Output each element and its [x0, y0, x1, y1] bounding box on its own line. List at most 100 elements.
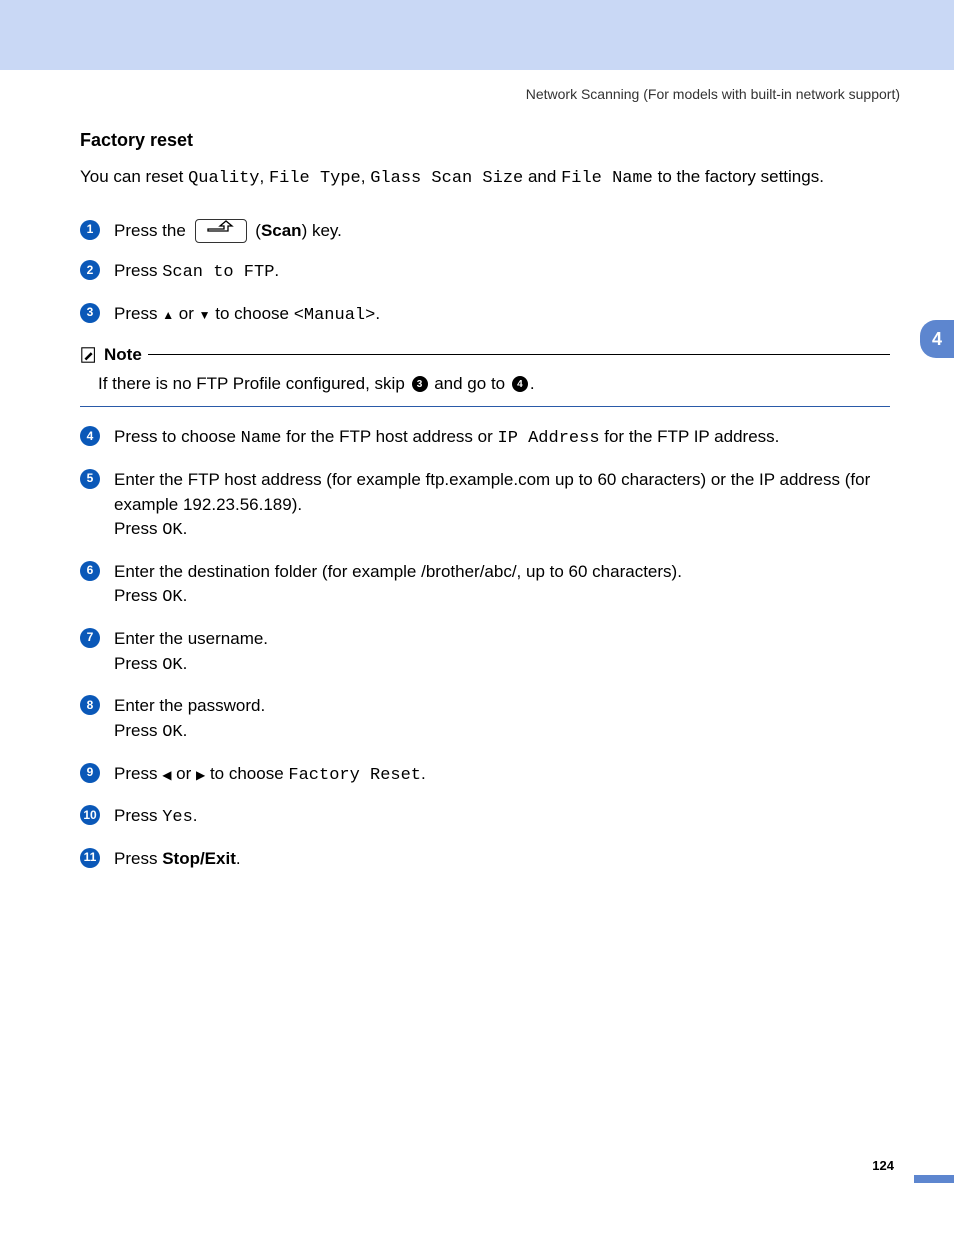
text: . — [183, 654, 188, 673]
text: Enter the password. — [114, 696, 265, 715]
text: . — [274, 261, 279, 280]
text: Press — [114, 586, 162, 605]
text: Enter the username. — [114, 629, 268, 648]
step-6: 6 Enter the destination folder (for exam… — [80, 560, 890, 611]
step-number: 10 — [80, 805, 100, 825]
step-3: 3 Press ▲ or ▼ to choose <Manual>. — [80, 302, 890, 329]
text: Press — [114, 806, 162, 825]
top-band — [0, 0, 954, 70]
step-number: 4 — [80, 426, 100, 446]
right-arrow-icon: ▶ — [196, 768, 205, 782]
text: and — [523, 167, 561, 186]
text: . — [193, 806, 198, 825]
note-icon — [80, 346, 98, 364]
code-glass: Glass Scan Size — [370, 169, 523, 188]
text: . — [530, 374, 535, 393]
ref-bullet-3: 3 — [412, 376, 428, 392]
code: Scan to FTP — [162, 263, 274, 282]
running-header: Network Scanning (For models with built-… — [80, 86, 900, 102]
code: OK — [162, 723, 182, 742]
step-number: 1 — [80, 220, 100, 240]
step-number: 9 — [80, 763, 100, 783]
text: for the FTP host address or — [281, 427, 497, 446]
step-body: Enter the password. Press OK. — [114, 694, 890, 745]
text: Press to choose — [114, 427, 241, 446]
steps-list-cont: 4 Press to choose Name for the FTP host … — [80, 425, 890, 871]
step-body: Enter the destination folder (for exampl… — [114, 560, 890, 611]
step-11: 11 Press Stop/Exit. — [80, 847, 890, 872]
ref-bullet-4: 4 — [512, 376, 528, 392]
text: and go to — [430, 374, 510, 393]
note-header: Note — [80, 345, 890, 365]
text: . — [183, 519, 188, 538]
step-number: 2 — [80, 260, 100, 280]
step-body: Press the (Scan) key. — [114, 219, 890, 244]
text: Press — [114, 654, 162, 673]
scan-key-icon — [195, 219, 247, 243]
step-1: 1 Press the (Scan) key. — [80, 219, 890, 244]
step-number: 7 — [80, 628, 100, 648]
text: , — [259, 167, 268, 186]
code: Yes — [162, 808, 193, 827]
code-filename: File Name — [561, 169, 653, 188]
text: Press — [114, 304, 162, 323]
text: . — [183, 586, 188, 605]
section-title: Factory reset — [80, 130, 890, 151]
text: . — [183, 721, 188, 740]
step-5: 5 Enter the FTP host address (for exampl… — [80, 468, 890, 544]
step-body: Enter the username. Press OK. — [114, 627, 890, 678]
note-block: Note If there is no FTP Profile configur… — [80, 345, 890, 408]
step-number: 11 — [80, 848, 100, 868]
text: Press — [114, 849, 162, 868]
text: or — [174, 304, 199, 323]
code: Name — [241, 429, 282, 448]
note-rule — [148, 354, 890, 355]
text: ) key. — [302, 221, 342, 240]
step-body: Enter the FTP host address (for example … — [114, 468, 890, 544]
text: to choose — [211, 304, 294, 323]
step-4: 4 Press to choose Name for the FTP host … — [80, 425, 890, 452]
code: OK — [162, 656, 182, 675]
code: <Manual> — [294, 306, 376, 325]
step-body: Press to choose Name for the FTP host ad… — [114, 425, 890, 452]
step-number: 5 — [80, 469, 100, 489]
up-arrow-icon: ▲ — [162, 308, 174, 322]
step-number: 3 — [80, 303, 100, 323]
step-8: 8 Enter the password. Press OK. — [80, 694, 890, 745]
text: Press the — [114, 221, 191, 240]
text: Enter the destination folder (for exampl… — [114, 562, 682, 581]
text: or — [171, 764, 196, 783]
text: Press — [114, 519, 162, 538]
page-number: 124 — [872, 1158, 894, 1173]
text: . — [421, 764, 426, 783]
text: . — [375, 304, 380, 323]
bottom-accent — [914, 1175, 954, 1183]
step-9: 9 Press ◀ or ▶ to choose Factory Reset. — [80, 762, 890, 789]
text: Press — [114, 764, 162, 783]
text: , — [361, 167, 370, 186]
stop-exit: Stop/Exit — [162, 849, 236, 868]
text: If there is no FTP Profile configured, s… — [98, 374, 410, 393]
step-body: Press ◀ or ▶ to choose Factory Reset. — [114, 762, 890, 789]
step-body: Press Yes. — [114, 804, 890, 831]
step-body: Press Scan to FTP. — [114, 259, 890, 286]
down-arrow-icon: ▼ — [199, 308, 211, 322]
step-number: 8 — [80, 695, 100, 715]
step-7: 7 Enter the username. Press OK. — [80, 627, 890, 678]
code: IP Address — [498, 429, 600, 448]
code: OK — [162, 588, 182, 607]
code: Factory Reset — [288, 766, 421, 785]
text: to the factory settings. — [653, 167, 824, 186]
code-filetype: File Type — [269, 169, 361, 188]
code: OK — [162, 521, 182, 540]
text: . — [236, 849, 241, 868]
intro-paragraph: You can reset Quality, File Type, Glass … — [80, 165, 890, 191]
text: Press — [114, 261, 162, 280]
note-body: If there is no FTP Profile configured, s… — [80, 367, 890, 408]
step-2: 2 Press Scan to FTP. — [80, 259, 890, 286]
text: for the FTP IP address. — [600, 427, 780, 446]
text: Press — [114, 721, 162, 740]
step-body: Press Stop/Exit. — [114, 847, 890, 872]
scan-label: Scan — [261, 221, 302, 240]
chapter-tab: 4 — [920, 320, 954, 358]
